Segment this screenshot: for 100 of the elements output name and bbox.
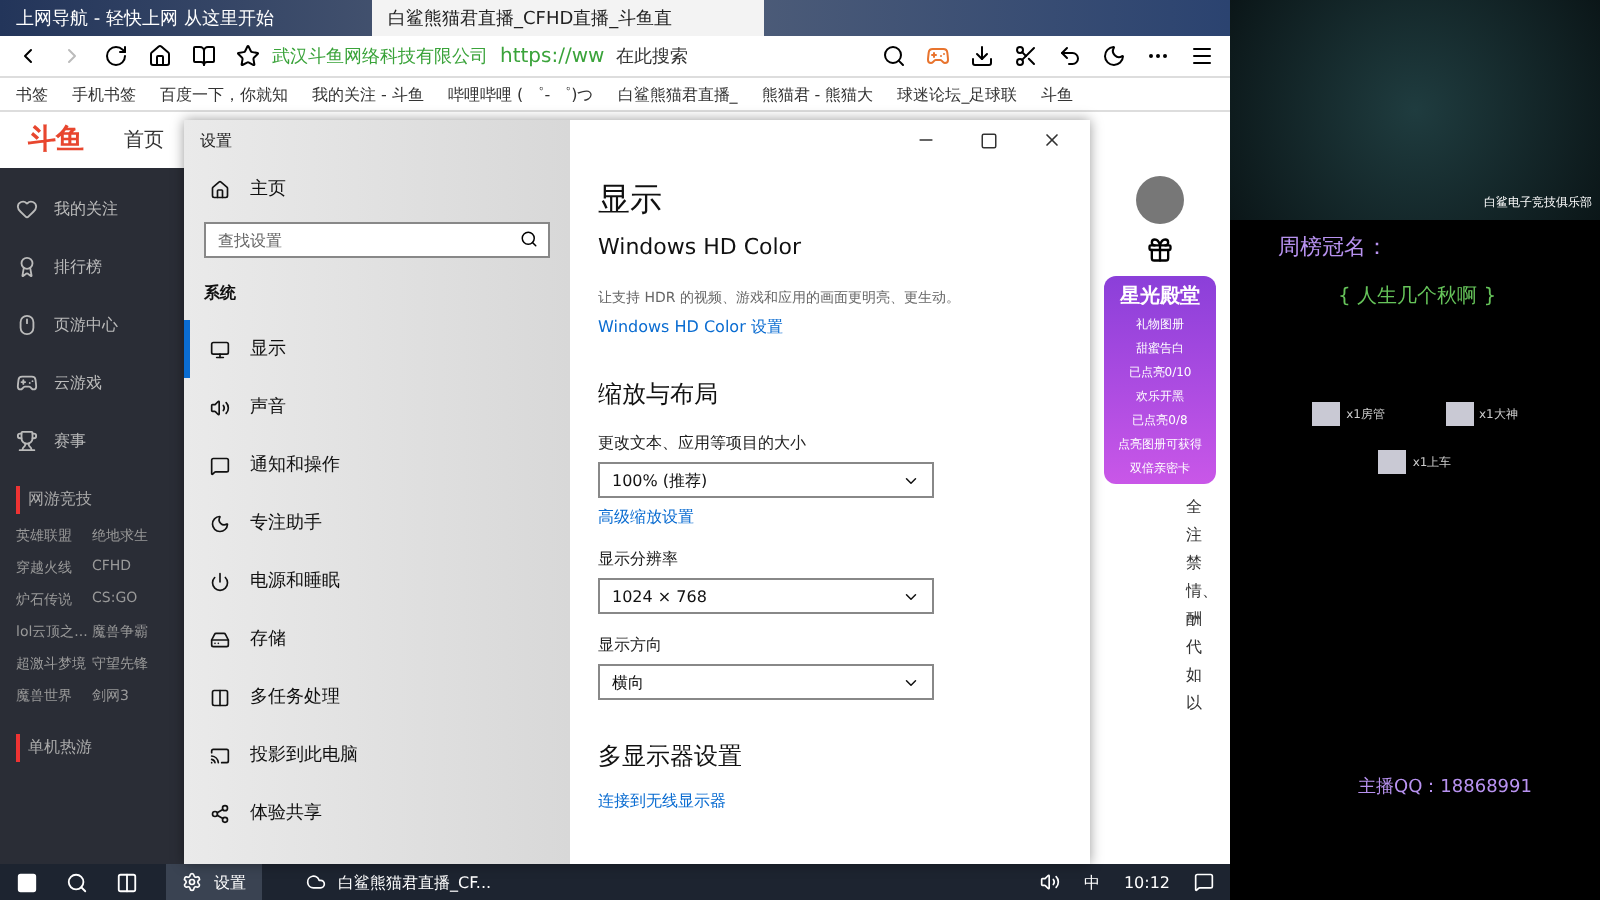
nav-item[interactable]: 通知和操作 xyxy=(184,436,570,494)
section-title: 多显示器设置 xyxy=(598,740,744,774)
browser-tab[interactable]: 白鲨熊猫君直播_CFHD直播_斗鱼直 xyxy=(372,0,764,36)
gamepad-icon xyxy=(16,372,38,394)
bookmark-link[interactable]: 球迷论坛_足球联 xyxy=(897,83,1018,105)
speaker-icon xyxy=(210,397,230,417)
nav-item[interactable]: 专注助手 xyxy=(184,494,570,552)
bookmark-link[interactable]: 百度一下，你就知 xyxy=(160,83,288,105)
bookmark-link[interactable]: 白鲨熊猫君直播_ xyxy=(617,83,738,105)
page-text: 代 xyxy=(1186,636,1204,658)
group-title: 系统 xyxy=(202,282,238,306)
bookmark-link[interactable]: 书签 xyxy=(16,83,48,105)
volume-icon[interactable] xyxy=(1039,872,1060,892)
page-text: 如 xyxy=(1186,664,1204,686)
site-identity: 武汉斗鱼网络科技有限公司 xyxy=(272,45,488,69)
window-title: 设置 xyxy=(198,129,234,153)
mouse-icon xyxy=(16,314,38,336)
gift-picture xyxy=(1378,450,1407,474)
nav-item[interactable]: 多任务处理 xyxy=(184,668,570,726)
heart-icon xyxy=(16,198,38,220)
book-icon[interactable] xyxy=(192,44,216,68)
resolution-dropdown[interactable]: 1024 × 768 xyxy=(598,578,934,614)
nav-item[interactable]: 主页 xyxy=(184,160,570,218)
sponsor-name: { 人生几个秋啊 } xyxy=(1338,283,1499,310)
cast-icon xyxy=(210,745,230,765)
star-icon[interactable] xyxy=(236,44,260,68)
avatar[interactable] xyxy=(1136,176,1184,224)
scissors-icon[interactable] xyxy=(1014,44,1038,68)
settings-link[interactable]: 连接到无线显示器 xyxy=(598,790,1062,812)
gamepad-icon[interactable] xyxy=(926,44,950,68)
field-label: 显示分辨率 xyxy=(598,548,680,570)
nav-item[interactable]: 投影到此电脑 xyxy=(184,726,570,784)
taskbar-app[interactable]: 白鲨熊猫君直播_CF... xyxy=(290,864,508,900)
trophy-icon xyxy=(16,430,38,452)
maximize-icon[interactable] xyxy=(980,131,998,149)
settings-link[interactable]: Windows HD Color 设置 xyxy=(598,316,1062,338)
download-icon[interactable] xyxy=(970,44,994,68)
undo-icon[interactable] xyxy=(1058,44,1082,68)
section-title: Windows HD Color xyxy=(598,234,804,260)
sidebar-item[interactable]: 云游戏 xyxy=(0,354,184,412)
page-title: 显示 xyxy=(598,180,664,222)
page-text: 以 xyxy=(1186,692,1204,714)
promo-title: 星光殿堂 xyxy=(1120,283,1200,310)
gear-icon xyxy=(182,872,202,892)
sponsor-label: 周榜冠名： xyxy=(1278,232,1390,262)
sidebar-item[interactable]: 页游中心 xyxy=(0,296,184,354)
search-icon[interactable] xyxy=(882,44,906,68)
message-icon xyxy=(210,455,230,475)
moon-icon[interactable] xyxy=(1102,44,1126,68)
bookmark-link[interactable]: 斗鱼 xyxy=(1041,83,1074,105)
page-text: 酬 xyxy=(1186,608,1204,630)
power-icon xyxy=(210,571,230,591)
gift-picture xyxy=(1445,402,1473,426)
drive-icon xyxy=(210,629,230,649)
search-field[interactable]: 查找设置 xyxy=(204,222,550,258)
settings-link[interactable]: 高级缩放设置 xyxy=(598,506,1062,528)
search-field[interactable]: 在此搜索 xyxy=(616,43,689,69)
search-icon[interactable] xyxy=(66,871,88,893)
section-title: 缩放与布局 xyxy=(598,378,720,412)
bookmark-link[interactable]: 我的关注 - 斗鱼 xyxy=(312,83,424,105)
ime-indicator[interactable]: 中 xyxy=(1083,871,1100,893)
page-text: 全 xyxy=(1186,496,1204,518)
sidebar-item[interactable]: 赛事 xyxy=(0,412,184,470)
orientation-dropdown[interactable]: 横向 xyxy=(598,664,934,700)
cloud-icon xyxy=(306,872,326,892)
notification-icon[interactable] xyxy=(1194,872,1214,892)
clock[interactable]: 10:12 xyxy=(1123,873,1170,891)
menu-icon[interactable] xyxy=(1190,44,1214,68)
moon-icon xyxy=(210,513,230,533)
nav-link[interactable]: 首页 xyxy=(124,126,164,154)
gift-icon[interactable] xyxy=(1146,236,1174,264)
monitor-icon xyxy=(210,339,230,359)
browser-tab[interactable]: 上网导航 - 轻快上网 从这里开始 xyxy=(0,0,372,36)
bookmark-link[interactable]: 熊猫君 - 熊猫大 xyxy=(761,83,874,105)
close-icon[interactable] xyxy=(1042,130,1062,150)
ribbon-icon xyxy=(16,256,38,278)
page-text: 情、 xyxy=(1186,580,1218,602)
share-icon xyxy=(210,803,230,823)
home-icon[interactable] xyxy=(148,44,172,68)
nav-item[interactable]: 显示 xyxy=(184,320,570,378)
sidebar-item[interactable]: 我的关注 xyxy=(0,180,184,238)
sidebar-item[interactable]: 排行榜 xyxy=(0,238,184,296)
nav-item[interactable]: 存储 xyxy=(184,610,570,668)
page-text: 注 xyxy=(1186,524,1204,546)
gift-picture xyxy=(1312,402,1341,426)
task-view-icon[interactable] xyxy=(116,871,138,893)
reload-icon[interactable] xyxy=(104,44,128,68)
nav-item[interactable]: 体验共享 xyxy=(184,784,570,842)
scale-dropdown[interactable]: 100% (推荐) xyxy=(598,462,934,498)
contact-text: 主播QQ：18868991 xyxy=(1358,775,1534,800)
field-label: 显示方向 xyxy=(598,634,664,656)
page-text: 禁 xyxy=(1186,552,1204,574)
taskbar-app[interactable]: 设置 xyxy=(166,864,262,900)
site-logo[interactable]: 斗鱼 xyxy=(28,122,84,158)
bookmark-link[interactable]: 手机书签 xyxy=(72,83,136,105)
bookmark-link[interactable]: 哔哩哔哩 ( ゜- ゜)つ xyxy=(447,83,594,105)
nav-item[interactable]: 声音 xyxy=(184,378,570,436)
home-icon xyxy=(210,179,230,199)
nav-item[interactable]: 电源和睡眠 xyxy=(184,552,570,610)
field-label: 更改文本、应用等项目的大小 xyxy=(598,432,808,454)
